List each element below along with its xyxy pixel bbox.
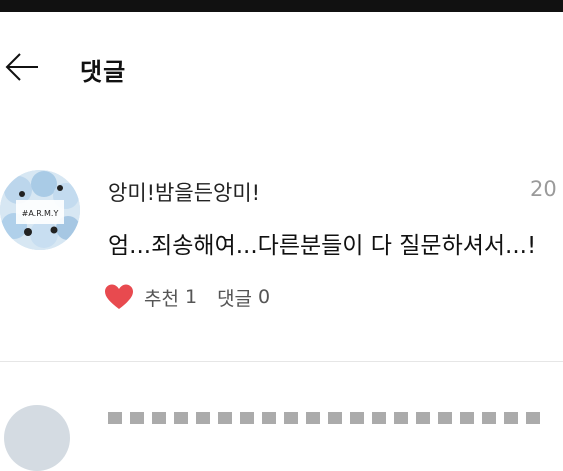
comment-date: 20	[530, 177, 557, 201]
divider	[0, 361, 563, 362]
comment-text: 엄...죄송해여...다른분들이 다 질문하셔서...!	[108, 233, 537, 259]
heart-icon[interactable]	[104, 283, 134, 311]
next-comment-avatar[interactable]	[4, 405, 70, 471]
reply-label[interactable]: 댓글	[217, 284, 252, 311]
reply-button[interactable]: 댓글 0	[217, 284, 270, 311]
avatar-image: #A.R.M.Y	[0, 170, 80, 250]
comment-item: #A.R.M.Y 앙미!밤을든앙미! 20 엄...죄송해여...다른분들이 다…	[0, 160, 563, 360]
app-header: 댓글	[0, 12, 563, 112]
arrow-left-icon	[5, 53, 38, 81]
status-bar	[0, 0, 563, 12]
like-label[interactable]: 추천	[144, 284, 179, 311]
like-count: 1	[184, 286, 198, 308]
avatar[interactable]: #A.R.M.Y	[0, 170, 80, 250]
next-comment-preview	[108, 412, 548, 424]
page-title: 댓글	[80, 58, 127, 86]
comment-actions: 추천 1 댓글 0	[104, 282, 270, 312]
reply-count: 0	[258, 286, 271, 308]
back-button[interactable]	[2, 50, 44, 84]
comment-author[interactable]: 앙미!밤을든앙미!	[108, 177, 260, 207]
svg-text:#A.R.M.Y: #A.R.M.Y	[22, 209, 59, 218]
